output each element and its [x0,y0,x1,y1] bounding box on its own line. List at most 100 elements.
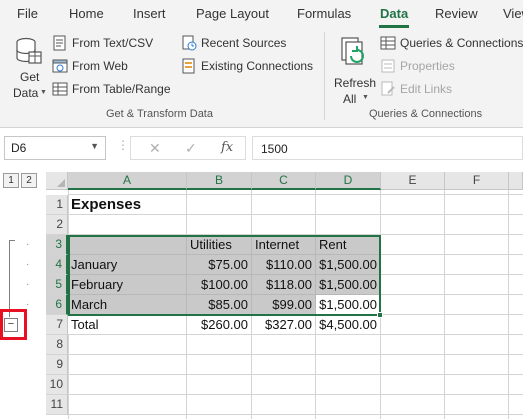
formula-bar-divider: ⋮ [117,138,129,152]
from-text-csv-button[interactable]: From Text/CSV [52,35,153,51]
cell-c4[interactable]: $110.00 [252,255,316,275]
cell-c7[interactable]: $327.00 [252,315,316,335]
tab-file[interactable]: File [17,6,38,21]
row-header-7[interactable]: 7 [46,315,68,335]
row-header-2[interactable]: 2 [46,215,68,235]
gridline [508,190,509,419]
tab-formulas[interactable]: Formulas [297,6,351,21]
from-web-label: From Web [72,59,128,73]
from-table-range-button[interactable]: From Table/Range [52,81,171,97]
outline-level-1-button[interactable]: 1 [3,173,19,188]
table-icon [52,82,68,96]
cell-a4[interactable]: January [68,255,187,275]
get-data-label-2: Data [13,86,39,100]
get-transform-group-label: Get & Transform Data [106,108,213,120]
from-text-csv-label: From Text/CSV [72,36,154,50]
recent-sources-label: Recent Sources [201,36,287,50]
cell-b4[interactable]: $75.00 [187,255,252,275]
column-header-d[interactable]: D [316,172,381,190]
name-box-value: D6 [11,141,27,155]
gridline [444,190,445,419]
existing-connections-button[interactable]: Existing Connections [181,58,313,74]
queries-connections-button[interactable]: Queries & Connections [380,35,523,51]
chevron-down-icon: ▼ [40,89,47,96]
row-header-9[interactable]: 9 [46,355,68,375]
formula-buttons: ✕ ✓ fx [130,136,246,160]
column-header-f[interactable]: F [445,172,509,190]
group-separator [324,32,325,120]
refresh-label-2: All [343,92,357,106]
outline-gutter: 1 2 [0,172,46,419]
outline-level-2-button[interactable]: 2 [21,173,37,188]
properties-icon [381,59,395,73]
queries-connections-icon [380,36,396,50]
existing-connections-label: Existing Connections [201,59,314,73]
row-header-3[interactable]: 3 [46,235,68,255]
cell-c3-header[interactable]: Internet [252,235,316,255]
row-header-5[interactable]: 5 [46,275,68,295]
cell-b6[interactable]: $85.00 [187,295,252,315]
cancel-icon[interactable]: ✕ [149,140,161,157]
enter-icon[interactable]: ✓ [185,140,197,157]
properties-button[interactable]: Properties [380,58,455,74]
column-header-b[interactable]: B [187,172,252,190]
properties-label: Properties [400,59,455,73]
existing-connections-icon [182,58,195,74]
tab-insert[interactable]: Insert [133,6,166,21]
from-web-button[interactable]: From Web [52,58,128,74]
refresh-label-1: Refresh [334,76,377,90]
chevron-down-icon[interactable]: ▼ [90,141,99,151]
column-header-g[interactable] [509,172,523,190]
formula-bar: D6 ▼ ⋮ ✕ ✓ fx 1500 [0,128,523,172]
tab-data[interactable]: Data [380,6,408,21]
row-header-10[interactable]: 10 [46,375,68,395]
cell-d3-header[interactable]: Rent [316,235,381,255]
row-header-11[interactable]: 11 [46,395,68,415]
outline-bracket [9,240,10,317]
cell-c5[interactable]: $118.00 [252,275,316,295]
cell-d7[interactable]: $4,500.00 [316,315,381,335]
edit-links-icon [381,81,395,96]
row-header-6[interactable]: 6 [46,295,68,315]
outline-dot: · [26,239,30,250]
formula-input[interactable]: 1500 [252,136,523,160]
cell-d4[interactable]: $1,500.00 [316,255,381,275]
refresh-icon [341,37,364,65]
column-header-a[interactable]: A [68,172,187,190]
from-table-range-label: From Table/Range [72,82,171,96]
cell-a7[interactable]: Total [68,315,187,335]
tab-review[interactable]: Review [435,6,478,21]
column-header-c[interactable]: C [252,172,316,190]
cell-c6[interactable]: $99.00 [252,295,316,315]
ribbon-tab-bar: File Home Insert Page Layout Formulas Da… [0,0,523,28]
cell-b3-header[interactable]: Utilities [187,235,252,255]
refresh-all-button[interactable]: Refresh All ▼ [332,34,377,106]
cell-b7[interactable]: $260.00 [187,315,252,335]
queries-connections-label: Queries & Connections [400,36,523,50]
insert-function-icon[interactable]: fx [221,140,233,155]
get-data-button[interactable]: Get Data ▼ [8,34,50,104]
cell-a6[interactable]: March [68,295,187,315]
tab-home[interactable]: Home [69,6,104,21]
tab-view[interactable]: View [503,6,523,21]
database-icon [16,37,42,64]
cell-a5[interactable]: February [68,275,187,295]
cell-a3[interactable] [68,235,187,255]
row-header-1[interactable]: 1 [46,195,68,215]
recent-sources-icon [182,35,197,51]
web-page-icon [52,59,68,73]
row-header-4[interactable]: 4 [46,255,68,275]
name-box[interactable]: D6 ▼ [4,136,106,160]
recent-sources-button[interactable]: Recent Sources [181,35,286,51]
fill-handle[interactable] [377,312,383,318]
column-header-e[interactable]: E [381,172,445,190]
select-all-button[interactable] [46,172,68,190]
cell-d6-active[interactable]: $1,500.00 [316,295,381,315]
tab-page-layout[interactable]: Page Layout [196,6,269,21]
cell-d5[interactable]: $1,500.00 [316,275,381,295]
cell-a1-title[interactable]: Expenses [68,195,187,215]
queries-connections-group-label: Queries & Connections [369,108,483,120]
edit-links-button[interactable]: Edit Links [380,81,452,97]
row-header-8[interactable]: 8 [46,335,68,355]
cell-b5[interactable]: $100.00 [187,275,252,295]
